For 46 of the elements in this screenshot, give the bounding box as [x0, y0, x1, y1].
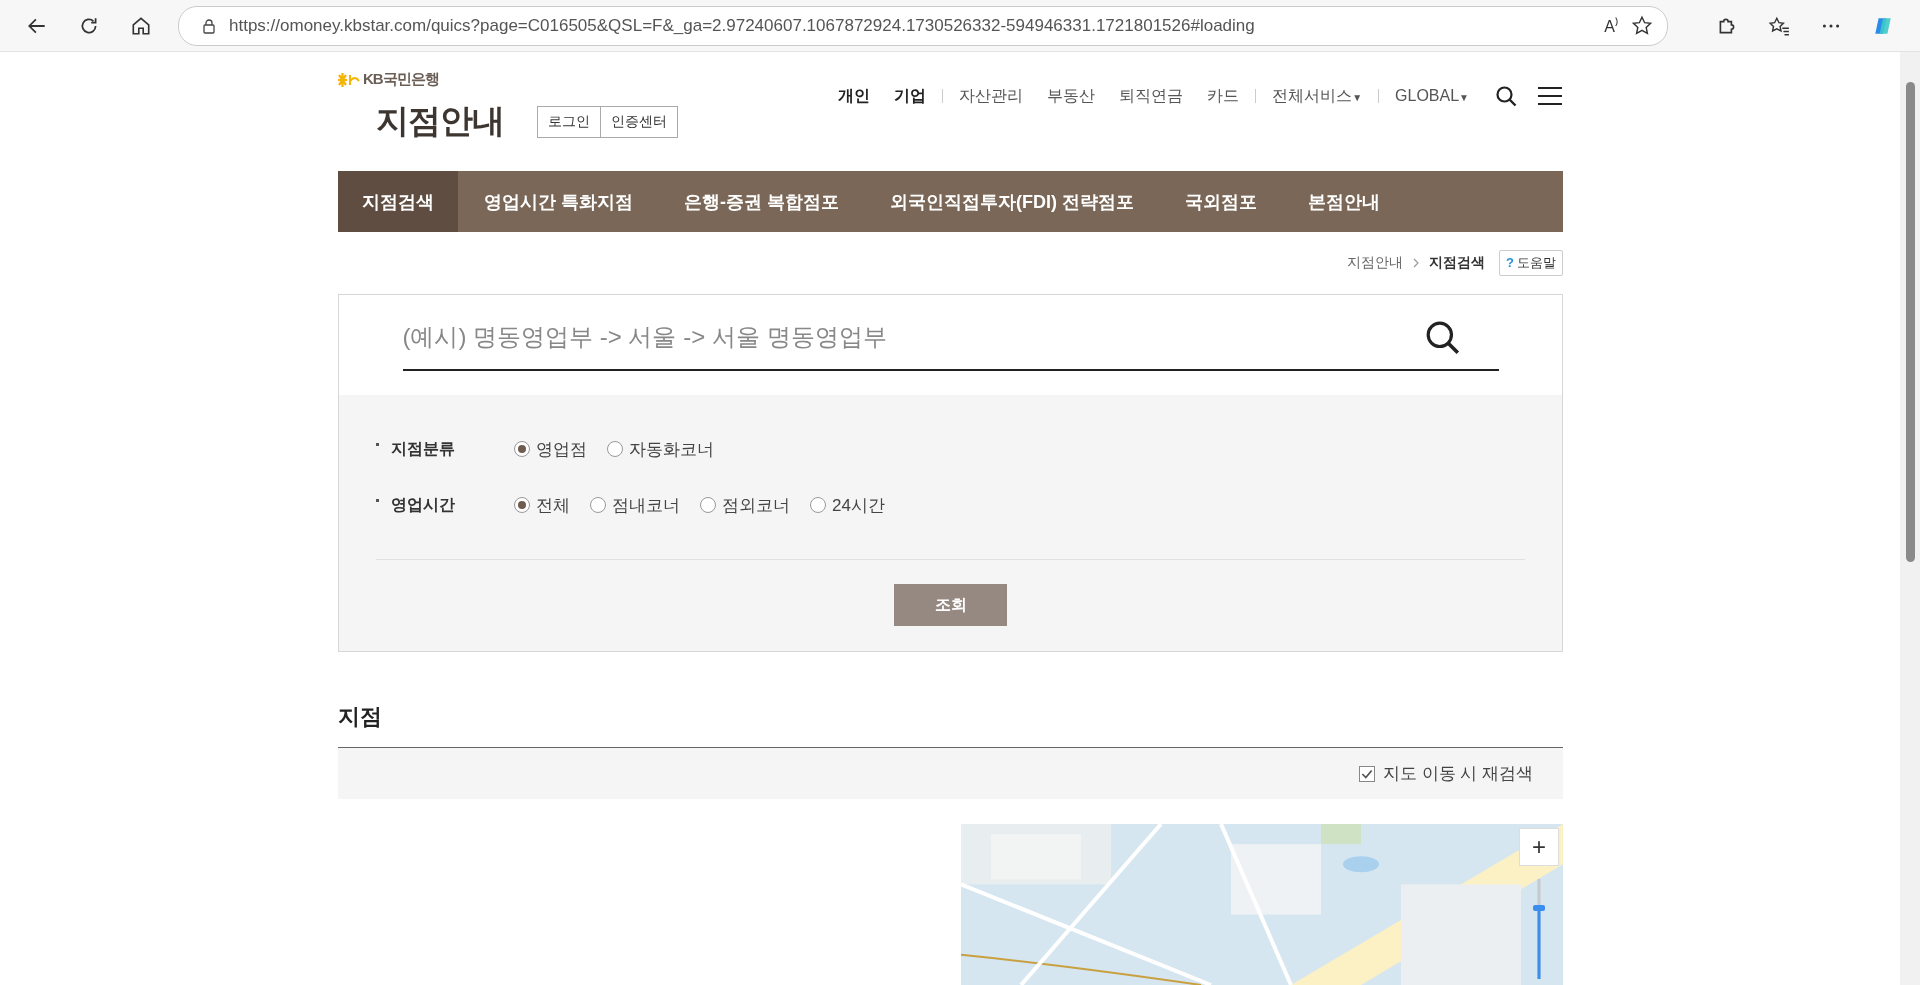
search-icon[interactable] [1424, 320, 1461, 356]
lock-icon [201, 17, 217, 34]
breadcrumb-link[interactable]: 지점안내 [1347, 254, 1404, 272]
search-icon[interactable] [1495, 85, 1517, 107]
star-icon[interactable] [1631, 14, 1653, 37]
top-menu-link[interactable]: 자산관리 [959, 85, 1024, 107]
star-logo-icon [338, 72, 360, 87]
nav-tab[interactable]: 국외점포 [1160, 171, 1282, 232]
radio-option[interactable]: 영업점 [514, 437, 587, 461]
favorites-icon[interactable] [1768, 14, 1790, 37]
nav-tab[interactable]: 영업시간 특화지점 [459, 171, 658, 232]
zoom-in-button[interactable]: + [1519, 828, 1559, 866]
section-title: 지점 [338, 703, 383, 731]
top-menu-link[interactable]: 퇴직연금 [1119, 85, 1184, 107]
recheck-option[interactable]: 지도 이동 시 재검색 [1358, 762, 1533, 785]
top-menu-link[interactable]: 전체서비스▼ [1272, 85, 1363, 107]
filter-label: 영업시간 [376, 494, 514, 516]
bank-logo[interactable]: KB국민은행 [363, 70, 439, 89]
top-menu-link[interactable]: 카드 [1207, 85, 1240, 107]
checkbox[interactable] [1358, 765, 1375, 782]
page-title: 지점안내 [376, 101, 504, 141]
radio-option[interactable]: 24시간 [810, 493, 885, 517]
scrollbar-thumb[interactable] [1905, 82, 1915, 562]
top-menu-link[interactable]: 부동산 [1047, 85, 1096, 107]
search-field[interactable]: (예시) 명동영업부 -> 서울 -> 서울 명동영업부 [402, 305, 1499, 371]
auth-button[interactable]: 인증센터 [600, 105, 678, 138]
filter-label: 지점분류 [376, 438, 514, 460]
radio-option[interactable]: 전체 [514, 493, 570, 517]
url-text: https://omoney.kbstar.com/quics?page=C016505&QSL=F&_ga=2.97240607.1067872924.1730526332-594946331.1721801526#loading [229, 15, 1256, 36]
nav-tab[interactable]: 외국인직접투자(FDI) 전략점포 [865, 171, 1159, 232]
nav-tab[interactable]: 지점검색 [338, 171, 458, 232]
menu-icon[interactable] [1537, 85, 1563, 107]
nav-tab[interactable]: 은행-증권 복합점포 [659, 171, 864, 232]
top-menu-link[interactable]: 개인 [838, 85, 871, 107]
auth-button[interactable]: 로그인 [537, 105, 601, 138]
radio-option[interactable]: 점외코너 [700, 493, 790, 517]
chevron-icon [1413, 258, 1420, 268]
top-menu-link[interactable]: 기업 [894, 85, 927, 107]
nav-tab[interactable]: 본점안내 [1283, 171, 1405, 232]
read-aloud-button[interactable]: A⁾ [1604, 14, 1619, 37]
radio-option[interactable]: 점내코너 [590, 493, 680, 517]
radio-option[interactable]: 자동화코너 [607, 437, 714, 461]
address-bar[interactable]: https://omoney.kbstar.com/quics?page=C016505&QSL=F&_ga=2.97240607.1067872924.1730526332-594946331.1721801526#loading A⁾ [178, 5, 1668, 46]
top-menu-link[interactable]: GLOBAL▼ [1395, 87, 1469, 105]
help-button[interactable]: ? 도움말 [1499, 250, 1563, 276]
breadcrumb-link[interactable]: 지점검색 [1429, 254, 1486, 272]
